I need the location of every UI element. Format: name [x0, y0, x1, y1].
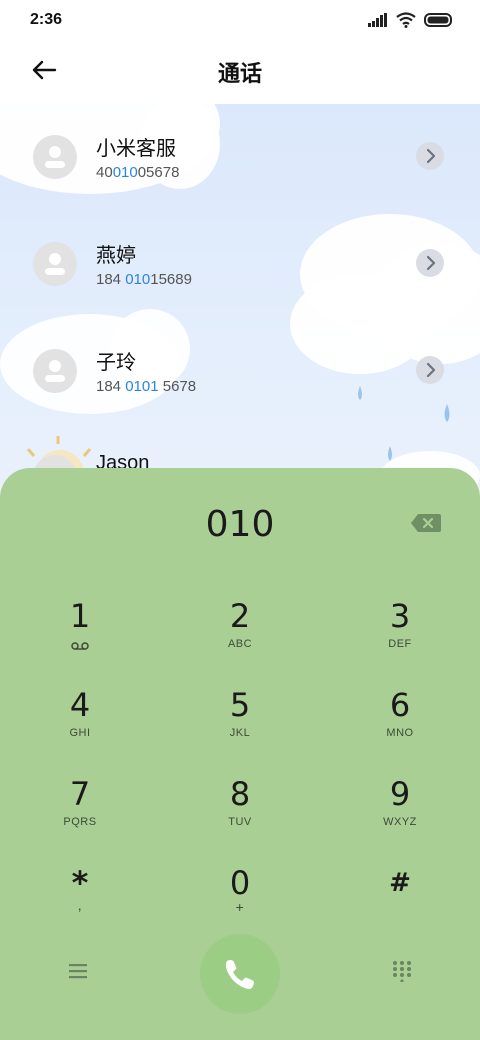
key-8[interactable]: 8 TUV [180, 774, 300, 854]
avatar [33, 349, 77, 393]
chevron-right-icon [426, 255, 436, 271]
key-5[interactable]: 5 JKL [180, 685, 300, 765]
dialpad-panel: 010 1 2 ABC 3 DEF 4 GHI 5 JKL 6 MNO 7 PQ… [0, 468, 480, 1040]
contact-suggestions-list: 小米客服 4001005678 燕婷 184 01015689 子玲 184 0… [0, 104, 480, 504]
contact-row[interactable]: 燕婷 184 01015689 [0, 229, 480, 309]
contact-name: 小米客服 [96, 136, 176, 160]
backspace-button[interactable] [410, 512, 442, 534]
contact-name: 燕婷 [96, 243, 136, 267]
key-star[interactable]: * , [20, 863, 140, 943]
contact-details-button[interactable] [416, 356, 444, 384]
status-bar: 2:36 [0, 0, 480, 40]
contact-row[interactable]: 子玲 184 0101 5678 [0, 336, 480, 416]
dialed-number: 010 [205, 504, 275, 545]
contact-row[interactable]: 小米客服 4001005678 [0, 122, 480, 202]
voicemail-icon [71, 642, 89, 650]
key-7[interactable]: 7 PQRS [20, 774, 140, 854]
key-4[interactable]: 4 GHI [20, 685, 140, 765]
key-0[interactable]: 0 + [180, 863, 300, 943]
dialpad-toggle-button[interactable] [391, 960, 413, 983]
contact-name: 子玲 [96, 350, 136, 374]
key-hash[interactable]: # [340, 863, 460, 943]
key-2[interactable]: 2 ABC [180, 596, 300, 676]
phone-icon [225, 960, 254, 989]
status-icons [368, 12, 454, 28]
contact-details-button[interactable] [416, 142, 444, 170]
call-button[interactable] [200, 934, 280, 1014]
dialpad-actions [0, 932, 480, 1022]
person-icon [45, 253, 65, 275]
key-9[interactable]: 9 WXYZ [340, 774, 460, 854]
contact-details-button[interactable] [416, 249, 444, 277]
person-icon [45, 360, 65, 382]
status-time: 2:36 [30, 11, 63, 28]
chevron-right-icon [426, 362, 436, 378]
avatar [33, 242, 77, 286]
contact-number: 184 01015689 [96, 271, 192, 288]
menu-icon [69, 964, 87, 979]
app-header: 通话 [0, 40, 480, 104]
menu-button[interactable] [66, 960, 90, 982]
dialpad-grid-icon [393, 961, 411, 983]
backspace-icon [411, 514, 441, 532]
contact-number: 184 0101 5678 [96, 378, 197, 395]
contact-number: 4001005678 [96, 164, 180, 181]
key-1[interactable]: 1 [20, 596, 140, 676]
page-title: 通话 [217, 62, 262, 87]
key-6[interactable]: 6 MNO [340, 685, 460, 765]
avatar [33, 135, 77, 179]
key-3[interactable]: 3 DEF [340, 596, 460, 676]
battery-icon [424, 13, 452, 27]
wifi-icon [396, 12, 416, 28]
signal-icon [368, 13, 387, 27]
chevron-right-icon [426, 148, 436, 164]
person-icon [45, 146, 65, 168]
